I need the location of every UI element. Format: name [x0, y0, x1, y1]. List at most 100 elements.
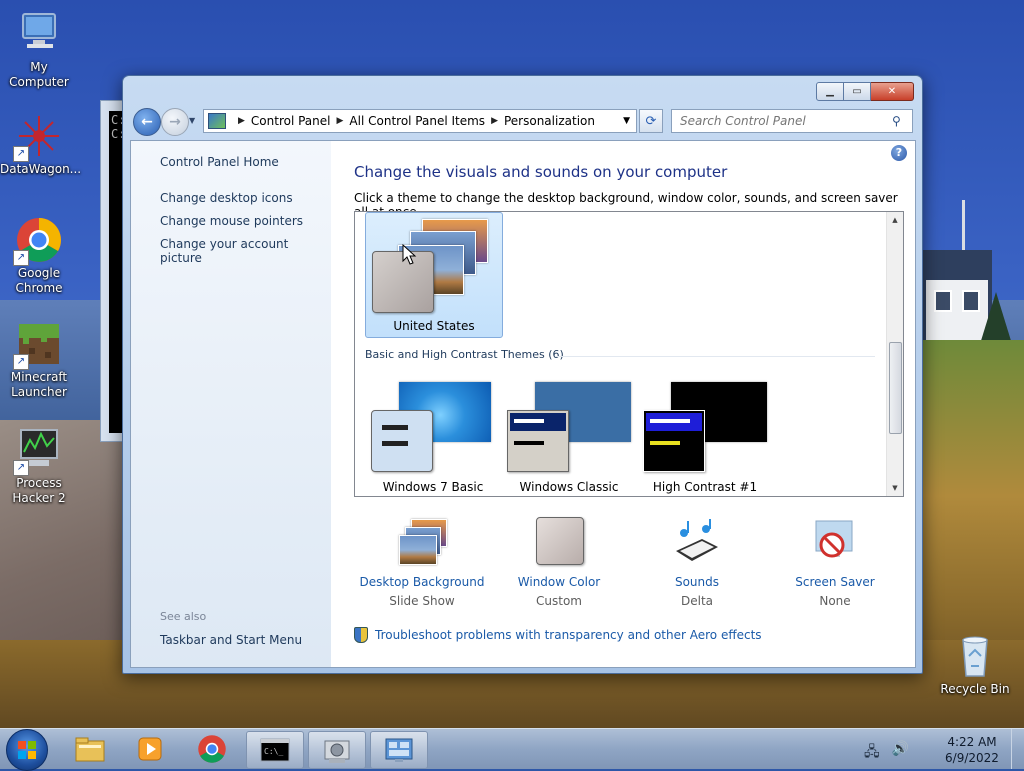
theme-color-swatch	[643, 410, 705, 472]
breadcrumb-personalization[interactable]: Personalization	[504, 114, 595, 128]
taskbar-explorer-button[interactable]	[62, 731, 118, 767]
address-dropdown-icon[interactable]: ▼	[623, 116, 630, 126]
desktop-icon-datawagon[interactable]: ↗ DataWagon...	[0, 112, 81, 177]
start-button[interactable]	[6, 729, 48, 771]
mouse-cursor-icon	[402, 244, 417, 265]
refresh-button[interactable]: ⟳	[639, 109, 663, 133]
process-hacker-icon: ↗	[13, 426, 63, 476]
screen-saver-setting[interactable]: Screen Saver None	[770, 517, 900, 608]
desktop-icon-label: Process Hacker 2	[12, 476, 66, 505]
screen-saver-link[interactable]: Screen Saver	[770, 575, 900, 589]
scroll-down-icon[interactable]: ▼	[887, 480, 903, 496]
sounds-icon	[672, 517, 722, 567]
breadcrumb-control-panel[interactable]: Control Panel	[251, 114, 331, 128]
group-divider	[555, 356, 875, 357]
uac-shield-icon	[354, 627, 368, 643]
personalization-icon	[385, 738, 413, 762]
back-button[interactable]: ←	[133, 108, 161, 136]
theme-high-contrast-1[interactable]: High Contrast #1	[637, 382, 773, 496]
breadcrumb-chevron-icon[interactable]: ▶	[491, 116, 498, 126]
theme-label: High Contrast #1	[652, 480, 758, 494]
media-player-icon	[138, 737, 162, 761]
page-title: Change the visuals and sounds on your co…	[354, 163, 728, 181]
volume-icon[interactable]: 🔊	[892, 741, 909, 765]
search-box[interactable]: ⚲	[671, 109, 913, 133]
troubleshoot-aero-link[interactable]: Troubleshoot problems with transparency …	[354, 627, 762, 643]
breadcrumb-all-items[interactable]: All Control Panel Items	[349, 114, 485, 128]
control-panel-tool-icon	[324, 740, 350, 763]
desktop-icon-label: Minecraft Launcher	[10, 370, 68, 399]
desktop-icon-recycle-bin[interactable]: Recycle Bin	[936, 632, 1014, 697]
desktop-icon-my-computer[interactable]: My Computer	[0, 10, 78, 90]
navigation-bar: ← → ▼ ▶ Control Panel ▶ All Control Pane…	[131, 107, 914, 136]
taskbar: C:\_ 🖧 🔊 4:22 AM 6/9/2022	[0, 728, 1024, 771]
taskbar-media-player-button[interactable]	[122, 731, 178, 767]
arrow-right-icon: →	[169, 114, 181, 130]
taskbar-start-menu-link[interactable]: Taskbar and Start Menu	[160, 633, 302, 647]
desktop-background-value: Slide Show	[389, 594, 455, 608]
control-panel-home-link[interactable]: Control Panel Home	[160, 155, 279, 169]
computer-icon	[15, 10, 63, 58]
sounds-link[interactable]: Sounds	[632, 575, 762, 589]
theme-list-scrollbar[interactable]: ▲ ▼	[886, 212, 903, 496]
breadcrumb-chevron-icon[interactable]: ▶	[337, 116, 344, 126]
address-bar[interactable]: ▶ Control Panel ▶ All Control Panel Item…	[203, 109, 637, 133]
refresh-icon: ⟳	[645, 113, 657, 129]
desktop-icon-label: Recycle Bin	[940, 682, 1010, 696]
theme-united-states[interactable]: United States	[365, 212, 503, 338]
sounds-value: Delta	[680, 594, 713, 608]
desktop-icon-label: Google Chrome	[15, 266, 63, 295]
taskbar-personalization-button[interactable]	[370, 731, 428, 769]
desktop-background-setting[interactable]: Desktop Background Slide Show	[357, 517, 487, 608]
theme-windows-7-basic[interactable]: Windows 7 Basic	[365, 382, 501, 496]
theme-list[interactable]: United States Basic and High Contrast Th…	[354, 211, 904, 497]
chrome-icon	[198, 735, 226, 763]
shortcut-arrow-icon: ↗	[13, 460, 29, 476]
caption-buttons: ▁ ▭ ✕	[816, 82, 914, 101]
window-color-value: Custom	[536, 594, 582, 608]
window-color-setting[interactable]: Window Color Custom	[494, 517, 624, 608]
taskbar-cmd-button[interactable]: C:\_	[246, 731, 304, 769]
theme-group-header: Basic and High Contrast Themes (6)	[365, 348, 564, 361]
change-account-picture-link[interactable]: Change your account picture	[160, 237, 331, 265]
window-color-link[interactable]: Window Color	[494, 575, 624, 589]
desktop-icon-label: My Computer	[9, 60, 69, 89]
desktop-icon-chrome[interactable]: ↗ Google Chrome	[0, 216, 78, 296]
taskbar-control-tool-button[interactable]	[308, 731, 366, 769]
change-desktop-icons-link[interactable]: Change desktop icons	[160, 191, 293, 205]
breadcrumb-chevron-icon[interactable]: ▶	[238, 116, 245, 126]
search-icon[interactable]: ⚲	[892, 114, 901, 128]
network-icon[interactable]: 🖧	[864, 741, 880, 765]
theme-label: Windows 7 Basic	[382, 480, 484, 494]
content-pane: Control Panel Home Change desktop icons …	[130, 140, 916, 668]
clock-date: 6/9/2022	[945, 751, 999, 765]
minimize-button[interactable]: ▁	[816, 82, 844, 101]
change-mouse-pointers-link[interactable]: Change mouse pointers	[160, 214, 303, 228]
screen-saver-value: None	[819, 594, 851, 608]
desktop-icon-process-hacker[interactable]: ↗ Process Hacker 2	[0, 426, 78, 506]
maximize-button[interactable]: ▭	[844, 82, 871, 101]
scroll-thumb[interactable]	[889, 342, 902, 434]
forward-button[interactable]: →	[161, 108, 189, 136]
arrow-left-icon: ←	[141, 114, 153, 130]
personalization-window[interactable]: ▁ ▭ ✕ ← → ▼ ▶ Control Panel ▶ All Contro…	[122, 75, 923, 674]
window-color-icon	[534, 517, 584, 567]
task-pane: Control Panel Home Change desktop icons …	[131, 141, 331, 667]
theme-windows-classic[interactable]: Windows Classic	[501, 382, 637, 496]
taskbar-clock[interactable]: 4:22 AM 6/9/2022	[934, 734, 1010, 766]
theme-color-swatch	[507, 410, 569, 472]
minecraft-icon: ↗	[13, 320, 63, 370]
recent-pages-dropdown[interactable]: ▼	[189, 116, 195, 125]
desktop-background-link[interactable]: Desktop Background	[357, 575, 487, 589]
shortcut-arrow-icon: ↗	[13, 250, 29, 266]
recycle-bin-icon	[951, 632, 999, 680]
close-button[interactable]: ✕	[871, 82, 914, 101]
cmd-icon: C:\_	[260, 738, 290, 762]
desktop-icon-minecraft[interactable]: ↗ Minecraft Launcher	[0, 320, 78, 400]
show-desktop-button[interactable]	[1011, 729, 1024, 769]
search-input[interactable]	[678, 113, 892, 129]
scroll-up-icon[interactable]: ▲	[887, 212, 903, 228]
taskbar-chrome-button[interactable]	[184, 731, 240, 767]
help-icon[interactable]: ?	[891, 145, 907, 161]
sounds-setting[interactable]: Sounds Delta	[632, 517, 762, 608]
